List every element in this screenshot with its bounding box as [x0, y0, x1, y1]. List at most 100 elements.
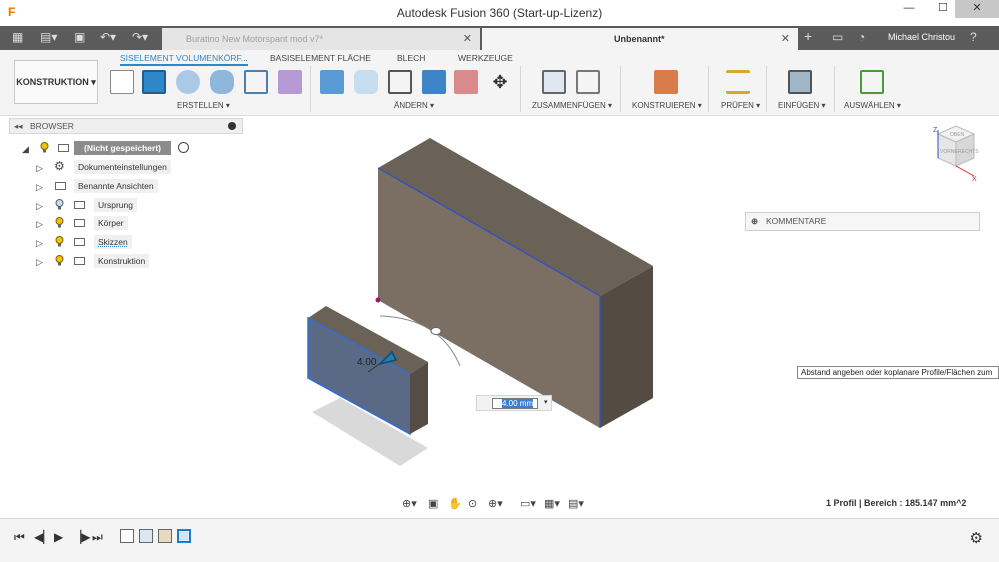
workspace-switcher[interactable]: KONSTRUKTION ▾ [14, 60, 98, 104]
tree-root[interactable]: ◢ (Nicht gespeichert) [22, 141, 202, 155]
lightbulb-icon[interactable] [40, 142, 49, 153]
tab-volume[interactable]: SISELEMENT VOLUMENKÖRF... [120, 53, 248, 66]
gear-icon[interactable]: ⚙ [970, 529, 983, 547]
tree-item-named-views[interactable]: ▷ Benannte Ansichten [36, 179, 226, 193]
select-icon[interactable] [860, 70, 884, 94]
timeline-active-sketch-item[interactable] [177, 529, 191, 543]
folder-icon [74, 201, 85, 209]
activate-radio-icon[interactable] [178, 142, 189, 153]
file-icon[interactable]: ▤▾ [40, 30, 57, 44]
sweep-icon[interactable] [210, 70, 234, 94]
tab-buratino[interactable]: Buratino New Motorspant mod v7* ✕ [162, 28, 480, 50]
form-icon[interactable] [278, 70, 302, 94]
joint-icon[interactable] [576, 70, 600, 94]
angle-handle[interactable] [430, 327, 442, 335]
group-create[interactable]: ERSTELLEN ▾ [177, 101, 230, 110]
grid-menu-icon[interactable]: ▦ [12, 30, 23, 44]
tree-item-bodies[interactable]: ▷ Körper [36, 216, 226, 230]
tab-surface[interactable]: BASISELEMENT FLÄCHE [270, 53, 371, 63]
minimize-button[interactable]: — [894, 0, 924, 18]
new-component-icon[interactable] [542, 70, 566, 94]
move-icon[interactable]: ✥ [488, 70, 512, 94]
group-select[interactable]: AUSWÄHLEN ▾ [844, 101, 901, 110]
close-button[interactable]: ✕ [955, 0, 999, 18]
tree-item-document-settings[interactable]: ▷ ⚙ Dokumenteinstellungen [36, 159, 226, 175]
browser-header[interactable]: ◂◂ BROWSER [9, 118, 243, 134]
go-to-end-icon[interactable]: ⏭ [92, 530, 103, 545]
browser-options-icon[interactable] [228, 122, 236, 130]
chevron-down-icon[interactable]: ▾ [544, 398, 548, 406]
viewports-icon[interactable]: ▤▾ [568, 497, 584, 510]
go-to-start-icon[interactable]: ⏮ [14, 530, 25, 545]
tab-unbenannt[interactable]: Unbenannt* ✕ [482, 28, 798, 50]
combine-icon[interactable] [422, 70, 446, 94]
fit-icon[interactable]: ⊕▾ [488, 497, 503, 510]
group-construct[interactable]: KONSTRUIEREN ▾ [632, 101, 702, 110]
tree-item-origin[interactable]: ▷ Ursprung [36, 198, 226, 212]
expand-triangle-icon[interactable]: ▷ [36, 180, 43, 194]
loft-icon[interactable] [244, 70, 268, 94]
tab-sheet-metal[interactable]: BLECH [397, 53, 425, 63]
expand-triangle-icon[interactable]: ▷ [36, 217, 43, 231]
display-settings-icon[interactable]: ▭▾ [520, 497, 536, 510]
timeline-sketch-item[interactable] [120, 529, 134, 543]
offset-plane-icon[interactable] [654, 70, 678, 94]
tab-tools[interactable]: WERKZEUGE [458, 53, 513, 63]
lightbulb-icon[interactable] [55, 255, 64, 266]
expand-plus-icon[interactable]: ⊕ [751, 213, 758, 230]
press-pull-icon[interactable] [320, 70, 344, 94]
save-icon[interactable]: ▣ [74, 30, 85, 44]
group-insert[interactable]: EINFÜGEN ▾ [778, 101, 826, 110]
tab-close-icon[interactable]: ✕ [781, 28, 790, 50]
axis-z-label: Z [933, 127, 938, 134]
tree-item-sketches[interactable]: ▷ Skizzen [36, 235, 226, 249]
expand-triangle-icon[interactable]: ▷ [36, 199, 43, 213]
tab-close-icon[interactable]: ✕ [463, 28, 472, 50]
maximize-button[interactable]: ☐ [928, 0, 958, 18]
lightbulb-off-icon[interactable] [55, 199, 64, 210]
expand-triangle-icon[interactable]: ▷ [36, 236, 43, 250]
undo-icon[interactable]: ↶▾ [100, 30, 116, 44]
split-icon[interactable] [454, 70, 478, 94]
job-status-icon[interactable]: ◔ [858, 30, 865, 44]
zoom-icon[interactable]: ⊙ [468, 497, 477, 510]
step-back-icon[interactable]: ◀▏ [34, 530, 52, 544]
insert-image-icon[interactable] [788, 70, 812, 94]
comments-icon[interactable]: ▭ [832, 30, 843, 44]
lightbulb-icon[interactable] [55, 217, 64, 228]
step-forward-icon[interactable]: ▕▶ [72, 530, 90, 544]
help-icon[interactable]: ? [970, 30, 977, 44]
small-body-side[interactable] [410, 362, 428, 434]
create-sketch-icon[interactable] [110, 70, 134, 94]
pan-hand-icon[interactable]: ✋ [448, 497, 462, 510]
grid-settings-icon[interactable]: ▦▾ [544, 497, 560, 510]
timeline-body-item[interactable] [158, 529, 172, 543]
group-modify[interactable]: ÄNDERN ▾ [394, 101, 434, 110]
extrude-icon[interactable] [142, 70, 166, 94]
collapse-browser-icon[interactable]: ◂◂ [14, 119, 23, 133]
distance-input[interactable]: 4.00 mm [492, 398, 538, 409]
timeline-extrude-item[interactable] [139, 529, 153, 543]
new-tab-icon[interactable]: + [804, 28, 812, 44]
tree-root-label[interactable]: (Nicht gespeichert) [74, 141, 171, 155]
look-at-icon[interactable]: ▣ [428, 497, 438, 510]
group-inspect[interactable]: PRÜFEN ▾ [721, 101, 760, 110]
expand-triangle-icon[interactable]: ▷ [36, 161, 43, 175]
expand-triangle-icon[interactable]: ◢ [22, 142, 29, 156]
shell-icon[interactable] [388, 70, 412, 94]
user-name[interactable]: Michael Christou [888, 32, 955, 42]
fillet-icon[interactable] [354, 70, 378, 94]
axis-x-label: X [972, 176, 977, 183]
measure-icon[interactable] [726, 70, 750, 94]
viewport-canvas[interactable]: 4.00 Z X OBEN VORNE RECHTS [0, 116, 999, 518]
revolve-icon[interactable] [176, 70, 200, 94]
comments-panel[interactable]: ⊕ KOMMENTARE [745, 212, 980, 231]
tree-item-construction[interactable]: ▷ Konstruktion [36, 254, 226, 268]
expand-triangle-icon[interactable]: ▷ [36, 255, 43, 269]
group-assemble[interactable]: ZUSAMMENFÜGEN ▾ [532, 101, 612, 110]
play-icon[interactable]: ▶ [54, 530, 63, 544]
redo-icon[interactable]: ↷▾ [132, 30, 148, 44]
3d-scene[interactable]: 4.00 Z X OBEN VORNE RECHTS [0, 116, 999, 518]
orbit-icon[interactable]: ⊕▾ [402, 497, 417, 510]
lightbulb-icon[interactable] [55, 236, 64, 247]
